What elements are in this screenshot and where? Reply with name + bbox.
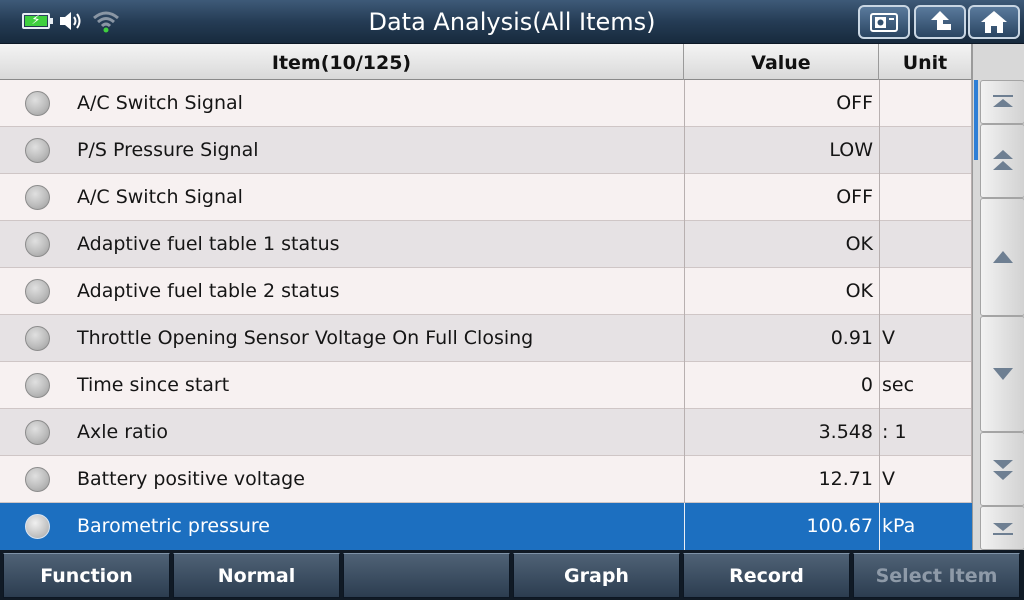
- row-radio-icon[interactable]: [25, 467, 50, 492]
- item-value: 0.91: [830, 327, 873, 349]
- item-unit: [882, 221, 970, 268]
- table-row[interactable]: Adaptive fuel table 1 status OK: [0, 221, 972, 268]
- row-radio-icon[interactable]: [25, 232, 50, 257]
- screenshot-button[interactable]: [858, 5, 910, 39]
- battery-icon: ⚡: [22, 13, 53, 29]
- item-unit: kPa: [882, 515, 916, 537]
- item-name: Time since start: [77, 374, 230, 396]
- column-header-unit: Unit: [879, 44, 972, 80]
- item-name: Battery positive voltage: [77, 468, 305, 490]
- item-value: OFF: [836, 186, 873, 208]
- scroll-up-button[interactable]: [980, 198, 1024, 316]
- table-header: Item(10/125) Value Unit: [0, 44, 972, 80]
- scroll-down-button[interactable]: [980, 316, 1024, 432]
- item-value: 12.71: [818, 468, 873, 490]
- status-icons: ⚡: [22, 7, 120, 35]
- row-radio-icon[interactable]: [25, 326, 50, 351]
- scroll-bottom-button[interactable]: [980, 506, 1024, 550]
- home-icon: [981, 11, 1007, 33]
- row-radio-icon[interactable]: [25, 279, 50, 304]
- item-unit: : 1: [882, 421, 907, 443]
- item-value: 0: [860, 374, 873, 396]
- item-value: OK: [845, 280, 873, 302]
- table-row[interactable]: Axle ratio 3.548 : 1: [0, 409, 972, 456]
- table-row[interactable]: P/S Pressure Signal LOW: [0, 127, 972, 174]
- chevron-up-icon: [992, 251, 1013, 263]
- table-row[interactable]: Time since start 0 sec: [0, 362, 972, 409]
- graph-button[interactable]: Graph: [513, 553, 680, 598]
- item-unit: sec: [882, 374, 915, 396]
- table-row[interactable]: Battery positive voltage 12.71 V: [0, 456, 972, 503]
- item-name: P/S Pressure Signal: [77, 139, 259, 161]
- wifi-icon: [93, 11, 119, 33]
- scroll-controls: [972, 44, 1024, 550]
- column-header-value: Value: [684, 44, 879, 80]
- page-title: Data Analysis(All Items): [368, 8, 656, 36]
- page-down-button[interactable]: [980, 432, 1024, 506]
- item-name: A/C Switch Signal: [77, 186, 243, 208]
- table-row[interactable]: Throttle Opening Sensor Voltage On Full …: [0, 315, 972, 362]
- data-table: Item(10/125) Value Unit A/C Switch Signa…: [0, 44, 972, 550]
- select-item-button[interactable]: Select Item: [853, 553, 1020, 598]
- double-chevron-up-icon: [992, 150, 1013, 170]
- item-unit: V: [882, 327, 895, 349]
- item-name: A/C Switch Signal: [77, 92, 243, 114]
- row-radio-icon[interactable]: [25, 373, 50, 398]
- normal-button[interactable]: Normal: [173, 553, 340, 598]
- speaker-icon: [60, 12, 81, 30]
- title-bar: ⚡ Data Analysis(All Items): [0, 0, 1024, 44]
- row-radio-icon[interactable]: [25, 138, 50, 163]
- empty-button[interactable]: [343, 553, 510, 598]
- item-unit: [882, 80, 970, 127]
- item-value: 100.67: [806, 515, 873, 537]
- item-unit: [882, 127, 970, 174]
- table-row[interactable]: A/C Switch Signal OFF: [0, 174, 972, 221]
- record-button[interactable]: Record: [683, 553, 850, 598]
- table-row[interactable]: A/C Switch Signal OFF: [0, 80, 972, 127]
- table-row[interactable]: Adaptive fuel table 2 status OK: [0, 268, 972, 315]
- item-name: Axle ratio: [77, 421, 169, 443]
- back-button[interactable]: [914, 5, 966, 39]
- item-unit: [882, 268, 970, 315]
- chevron-down-icon: [992, 368, 1013, 380]
- column-header-item: Item(10/125): [0, 44, 684, 80]
- home-button[interactable]: [968, 5, 1020, 39]
- item-name: Barometric pressure: [77, 515, 270, 537]
- page-up-button[interactable]: [980, 124, 1024, 198]
- scroll-to-bottom-icon: [992, 523, 1013, 535]
- scroll-to-top-icon: [992, 95, 1013, 107]
- item-name: Adaptive fuel table 2 status: [77, 280, 340, 302]
- row-radio-icon[interactable]: [25, 91, 50, 116]
- item-name: Adaptive fuel table 1 status: [77, 233, 340, 255]
- table-row-selected[interactable]: Barometric pressure 100.67 kPa: [0, 503, 972, 550]
- item-value: OK: [845, 233, 873, 255]
- item-value: LOW: [829, 139, 873, 161]
- double-chevron-down-icon: [992, 460, 1013, 480]
- scroll-top-button[interactable]: [980, 80, 1024, 124]
- camera-icon: [870, 13, 898, 32]
- row-radio-icon[interactable]: [25, 185, 50, 210]
- item-unit: V: [882, 468, 895, 490]
- item-unit: [882, 174, 970, 221]
- function-bar: Function Normal Graph Record Select Item: [0, 550, 1024, 600]
- item-value: 3.548: [818, 421, 873, 443]
- row-radio-icon[interactable]: [25, 420, 50, 445]
- item-name: Throttle Opening Sensor Voltage On Full …: [77, 327, 534, 349]
- item-value: OFF: [836, 92, 873, 114]
- function-button[interactable]: Function: [3, 553, 170, 598]
- back-arrow-icon: [931, 11, 951, 30]
- scroll-position-indicator[interactable]: [974, 80, 978, 160]
- row-radio-icon[interactable]: [25, 514, 50, 539]
